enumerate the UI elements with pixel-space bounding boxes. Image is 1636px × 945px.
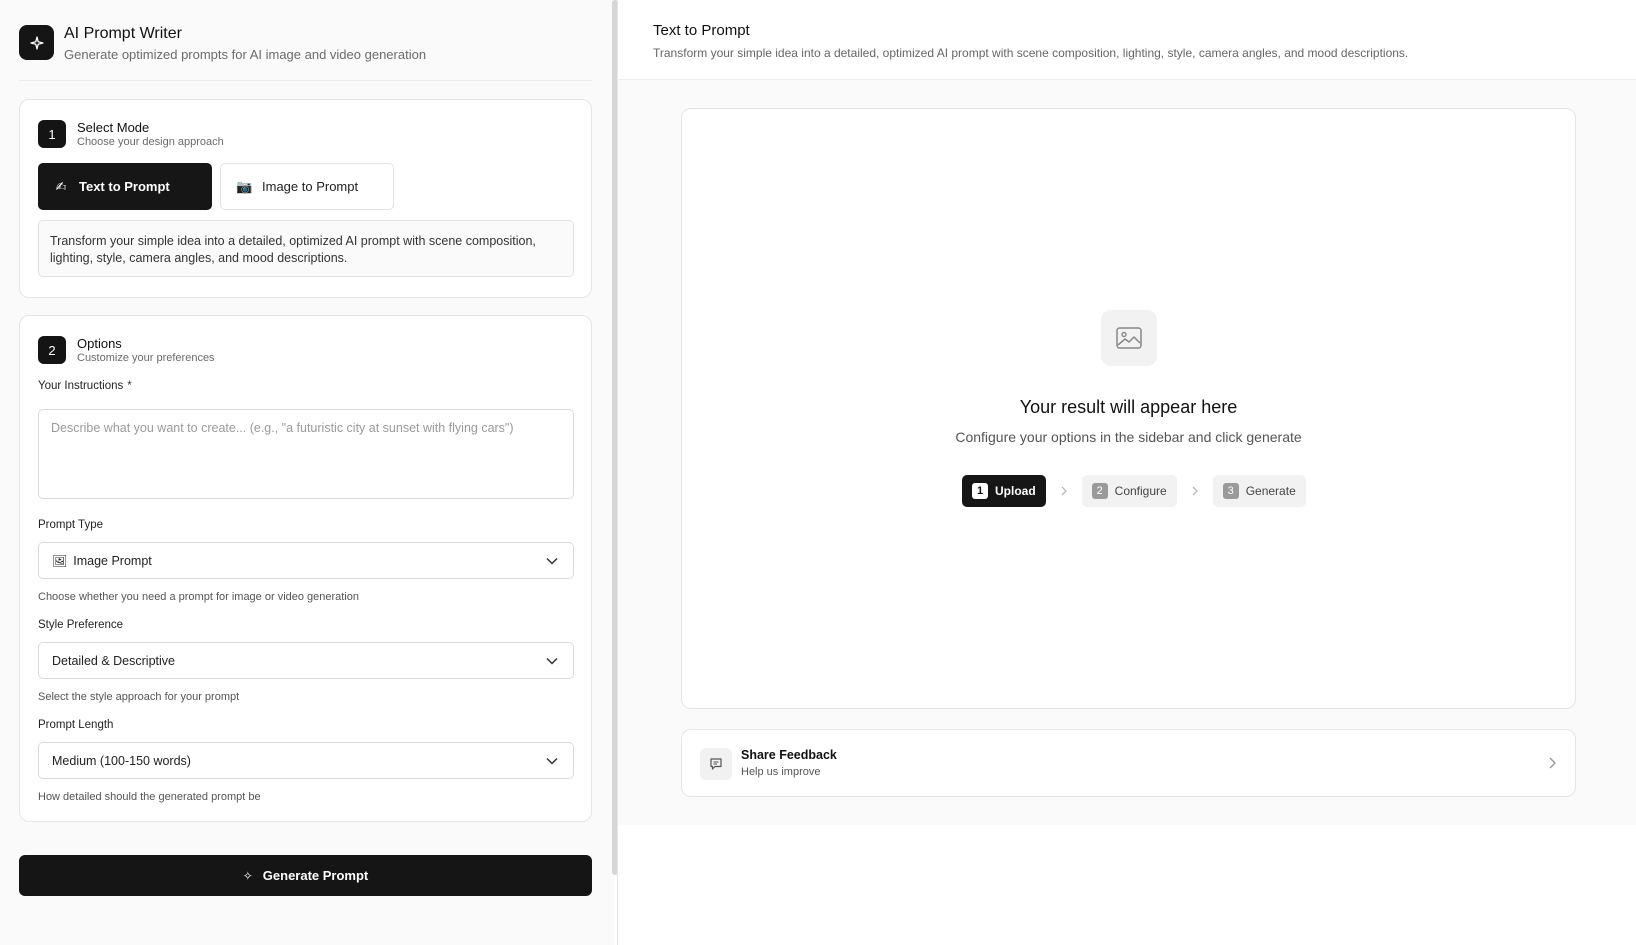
mode-description: Transform your simple idea into a detail… — [38, 220, 574, 277]
section-title: Options — [77, 336, 122, 351]
picture-icon: 🖼 — [52, 553, 68, 568]
app-subtitle: Generate optimized prompts for AI image … — [64, 47, 427, 62]
length-select[interactable]: Medium (100-150 words) — [38, 742, 574, 779]
length-value: Medium (100-150 words) — [52, 753, 191, 768]
chevron-right-icon — [1549, 757, 1556, 769]
app-title: AI Prompt Writer — [64, 25, 182, 42]
result-subtitle: Configure your options in the sidebar an… — [955, 429, 1302, 445]
chat-icon — [700, 748, 732, 780]
chevron-down-icon — [546, 657, 558, 665]
sparkle-icon — [19, 25, 54, 60]
step-upload: 1 Upload — [962, 475, 1046, 507]
instructions-placeholder: Describe what you want to create... (e.g… — [51, 421, 514, 435]
prompt-type-select[interactable]: 🖼 Image Prompt — [38, 542, 574, 579]
image-icon — [1101, 310, 1157, 366]
length-hint: How detailed should the generated prompt… — [38, 791, 261, 803]
length-label: Prompt Length — [38, 719, 114, 731]
step-badge: 2 — [38, 336, 66, 364]
select-mode-card: 1 Select Mode Choose your design approac… — [19, 99, 592, 298]
generate-label: Generate Prompt — [262, 868, 369, 883]
instructions-input[interactable]: Describe what you want to create... (e.g… — [38, 409, 574, 499]
progress-steps: 1 Upload 2 Configure 3 Generate — [962, 475, 1306, 507]
style-label: Style Preference — [38, 619, 124, 631]
chevron-down-icon — [546, 757, 558, 765]
sidebar: AI Prompt Writer Generate optimized prom… — [0, 0, 614, 945]
feedback-subtitle: Help us improve — [741, 766, 821, 778]
chevron-down-icon — [546, 557, 558, 565]
feedback-title: Share Feedback — [741, 748, 837, 762]
share-feedback-card[interactable]: Share Feedback Help us improve — [681, 729, 1576, 797]
text-to-prompt-button[interactable]: ✍ Text to Prompt — [38, 163, 212, 210]
mode-label: Text to Prompt — [79, 179, 170, 194]
result-title: Your result will appear here — [1019, 397, 1238, 417]
step-configure: 2 Configure — [1081, 475, 1177, 507]
app-header: AI Prompt Writer Generate optimized prom… — [19, 25, 592, 81]
prompt-type-label: Prompt Type — [38, 519, 103, 531]
step-generate: 3 Generate — [1212, 475, 1306, 507]
mode-label: Image to Prompt — [262, 179, 359, 194]
section-subtitle: Choose your design approach — [77, 136, 224, 148]
main-header: Text to Prompt Transform your simple ide… — [618, 0, 1636, 80]
options-card: 2 Options Customize your preferences You… — [19, 315, 592, 822]
prompt-type-hint: Choose whether you need a prompt for ima… — [38, 591, 360, 603]
chevron-right-icon — [1046, 486, 1082, 496]
style-value: Detailed & Descriptive — [52, 653, 175, 668]
sparkle-icon: ✧ — [242, 868, 253, 883]
section-subtitle: Customize your preferences — [77, 352, 215, 364]
main-title: Text to Prompt — [653, 22, 750, 39]
style-select[interactable]: Detailed & Descriptive — [38, 642, 574, 679]
main-subtitle: Transform your simple idea into a detail… — [653, 46, 1409, 60]
generate-prompt-button[interactable]: ✧ Generate Prompt — [19, 855, 592, 896]
camera-icon: 📷 — [236, 178, 253, 194]
style-hint: Select the style approach for your promp… — [38, 691, 240, 703]
writing-hand-icon: ✍ — [55, 178, 67, 194]
step-badge: 1 — [38, 120, 66, 148]
required-marker: * — [127, 380, 132, 392]
result-card: Your result will appear here Configure y… — [681, 108, 1576, 709]
section-title: Select Mode — [77, 120, 150, 135]
chevron-right-icon — [1177, 486, 1213, 496]
prompt-type-value: Image Prompt — [73, 553, 152, 568]
image-to-prompt-button[interactable]: 📷 Image to Prompt — [220, 163, 394, 210]
instructions-label: Your Instructions * — [38, 380, 132, 392]
